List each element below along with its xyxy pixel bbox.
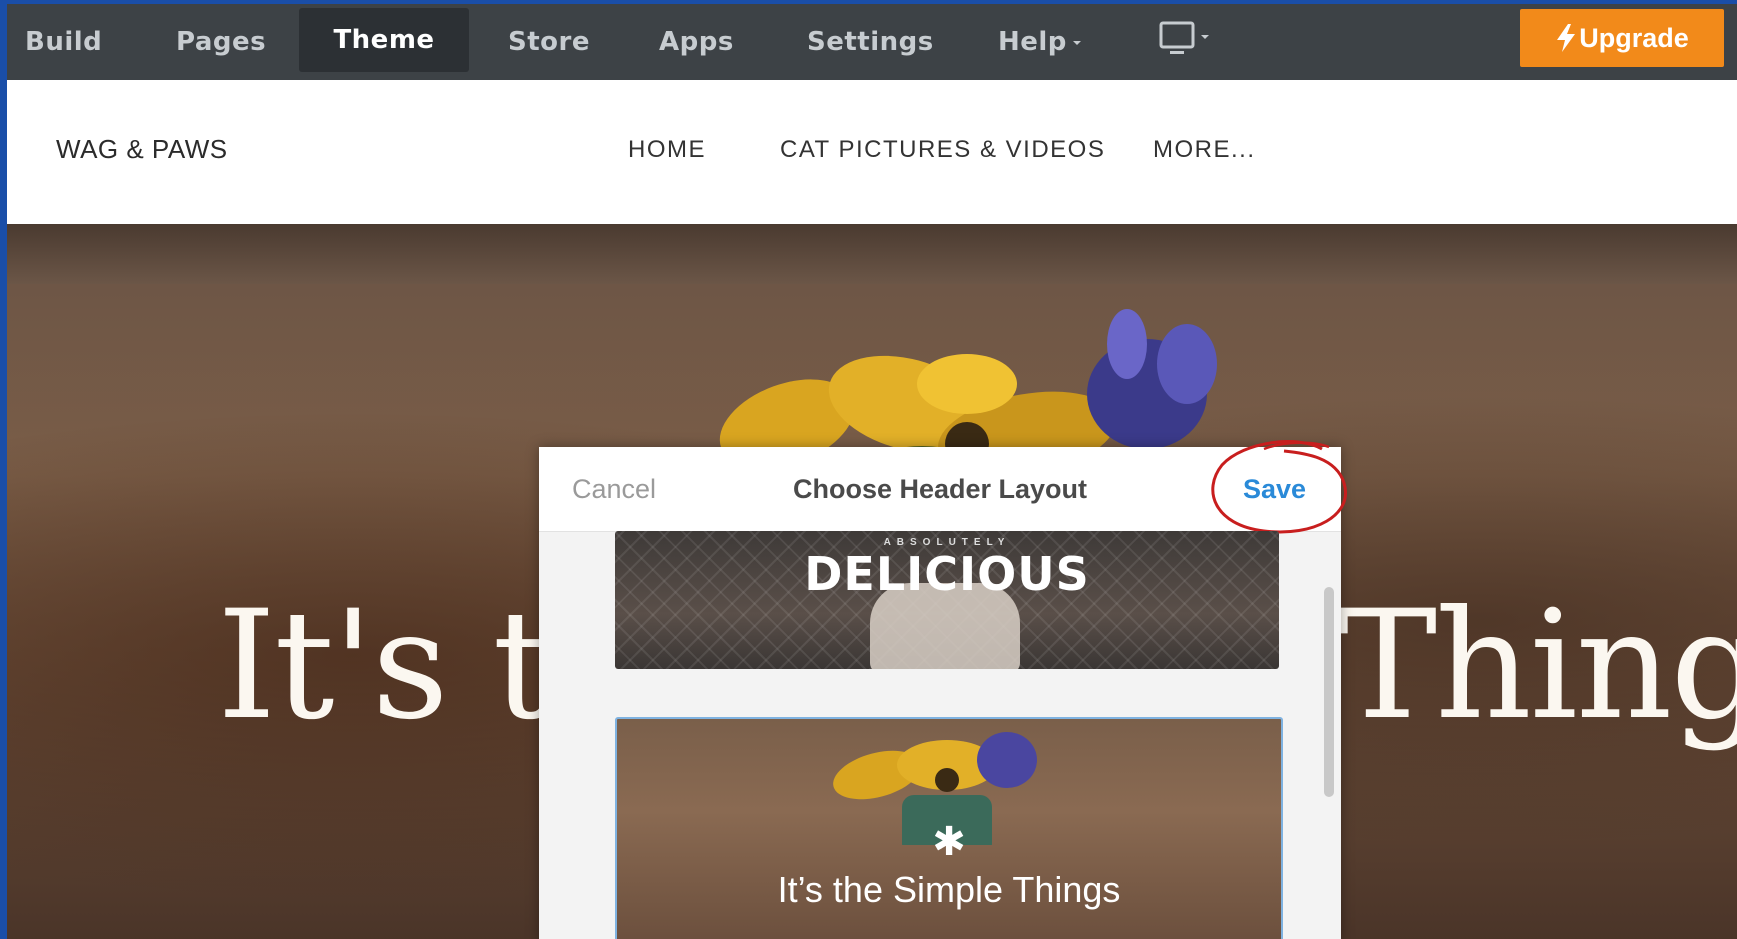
site-logo[interactable]: WAG & PAWS	[56, 134, 228, 165]
upgrade-label: Upgrade	[1579, 23, 1689, 53]
asterisk-icon: ✱	[932, 819, 966, 865]
layout-option-delicious[interactable]: ABSOLUTELY DELICIOUS	[615, 531, 1279, 669]
tab-help-label: Help	[998, 27, 1067, 57]
header-layout-dialog: Choose Header Layout Cancel Save ABSOLUT…	[539, 440, 1347, 939]
tab-build[interactable]: Build	[25, 4, 102, 80]
cancel-button[interactable]: Cancel	[572, 447, 656, 531]
tab-apps[interactable]: Apps	[659, 4, 734, 80]
tab-theme[interactable]: Theme	[299, 8, 469, 72]
desktop-monitor-icon	[1159, 21, 1209, 54]
site-nav-more[interactable]: MORE...	[1153, 136, 1256, 164]
dialog-scrollbar[interactable]	[1324, 587, 1334, 797]
device-preview-button[interactable]	[1157, 20, 1217, 64]
dialog-header: Choose Header Layout Cancel Save	[539, 440, 1347, 534]
chevron-down-icon	[1072, 40, 1081, 45]
tab-pages[interactable]: Pages	[176, 4, 266, 80]
dialog-title: Choose Header Layout	[792, 474, 1088, 504]
save-button[interactable]: Save	[1243, 447, 1306, 531]
layout-option-simple-things[interactable]: ✱ It’s the Simple Things	[615, 717, 1283, 939]
hero-background	[7, 224, 1737, 284]
lightning-bolt-icon	[1557, 24, 1576, 52]
upgrade-button[interactable]: Upgrade	[1520, 9, 1724, 67]
tab-store[interactable]: Store	[508, 4, 590, 80]
site-nav-cat-pictures[interactable]: CAT PICTURES & VIDEOS	[780, 136, 1105, 164]
layout-title: It’s the Simple Things	[777, 869, 1121, 910]
browser-window: Build Pages Theme Store Apps Settings He…	[7, 4, 1737, 939]
tab-settings[interactable]: Settings	[807, 4, 934, 80]
layout-title: DELICIOUS	[804, 547, 1090, 601]
site-header: WAG & PAWS HOME CAT PICTURES & VIDEOS MO…	[7, 80, 1737, 224]
site-nav-home[interactable]: HOME	[628, 136, 706, 164]
editor-toolbar: Build Pages Theme Store Apps Settings He…	[7, 4, 1737, 80]
tab-help[interactable]: Help	[998, 4, 1081, 80]
